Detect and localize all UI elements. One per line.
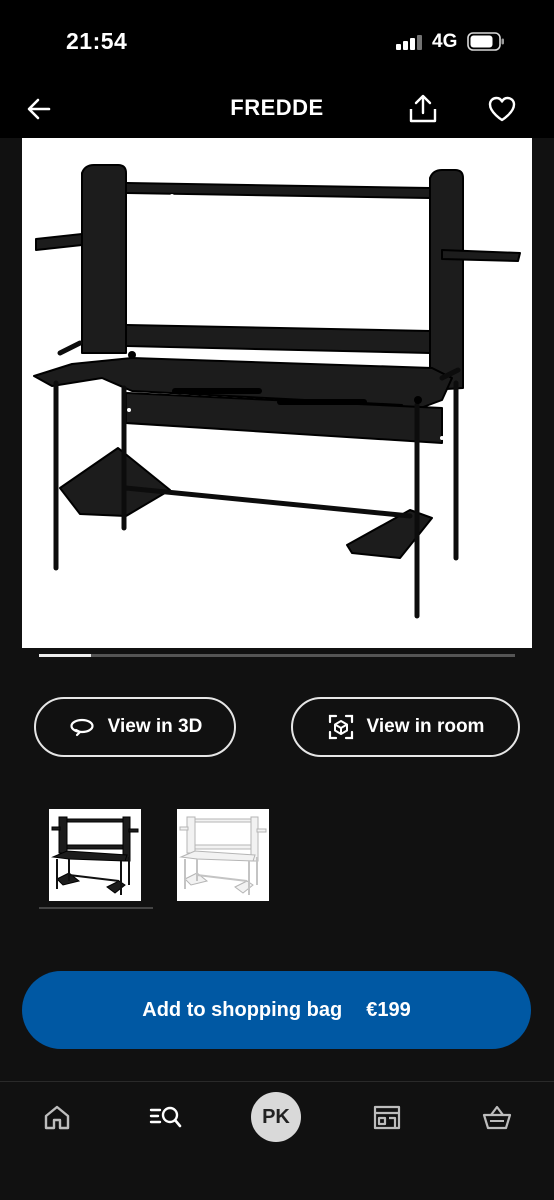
- view-3d-label: View in 3D: [107, 716, 203, 737]
- variant-thumbnail-black[interactable]: [49, 809, 141, 901]
- white-desk-thumbnail: [179, 816, 267, 895]
- share-button[interactable]: [406, 92, 440, 126]
- black-desk-thumbnail: [51, 816, 139, 895]
- share-icon: [409, 94, 437, 123]
- page-title: FREDDE: [230, 95, 324, 120]
- status-bar: 21:54 4G: [0, 0, 554, 80]
- search-icon: [149, 1106, 182, 1128]
- tab-home[interactable]: [32, 1092, 82, 1142]
- add-to-bag-button[interactable]: Add to shopping bag €199: [22, 971, 531, 1049]
- product-image[interactable]: [22, 138, 532, 648]
- nav-header: FREDDE: [0, 80, 554, 138]
- tab-bar-divider: [0, 1081, 554, 1082]
- basket-icon: [482, 1105, 512, 1130]
- battery-icon: [467, 32, 504, 51]
- view-in-room-label: View in room: [366, 716, 485, 737]
- store-icon: [373, 1105, 401, 1130]
- tab-profile[interactable]: PK: [251, 1092, 301, 1142]
- view-in-room-button[interactable]: View in room: [291, 697, 520, 757]
- variant-thumbnail-white[interactable]: [177, 809, 269, 901]
- price-label: €199: [366, 998, 411, 1021]
- gaming-desk-illustration: [33, 164, 521, 619]
- status-time: 21:54: [66, 28, 128, 54]
- selected-variant-indicator: [39, 907, 153, 909]
- view-3d-button[interactable]: View in 3D: [34, 697, 236, 757]
- ar-cube-icon: [327, 713, 355, 741]
- profile-avatar: PK: [251, 1092, 301, 1142]
- tab-search[interactable]: [141, 1092, 191, 1142]
- home-icon: [44, 1105, 70, 1130]
- signal-icon: [396, 34, 426, 50]
- gallery-progress-bar: [39, 654, 515, 657]
- add-to-bag-label: Add to shopping bag: [142, 998, 343, 1021]
- gallery-progress-fill: [39, 654, 92, 657]
- favorite-button[interactable]: [485, 92, 519, 126]
- tab-basket[interactable]: [472, 1092, 522, 1142]
- network-label: 4G: [432, 31, 458, 52]
- heart-icon: [488, 96, 516, 122]
- tab-stores[interactable]: [362, 1092, 412, 1142]
- rotate-3d-icon: [68, 713, 96, 741]
